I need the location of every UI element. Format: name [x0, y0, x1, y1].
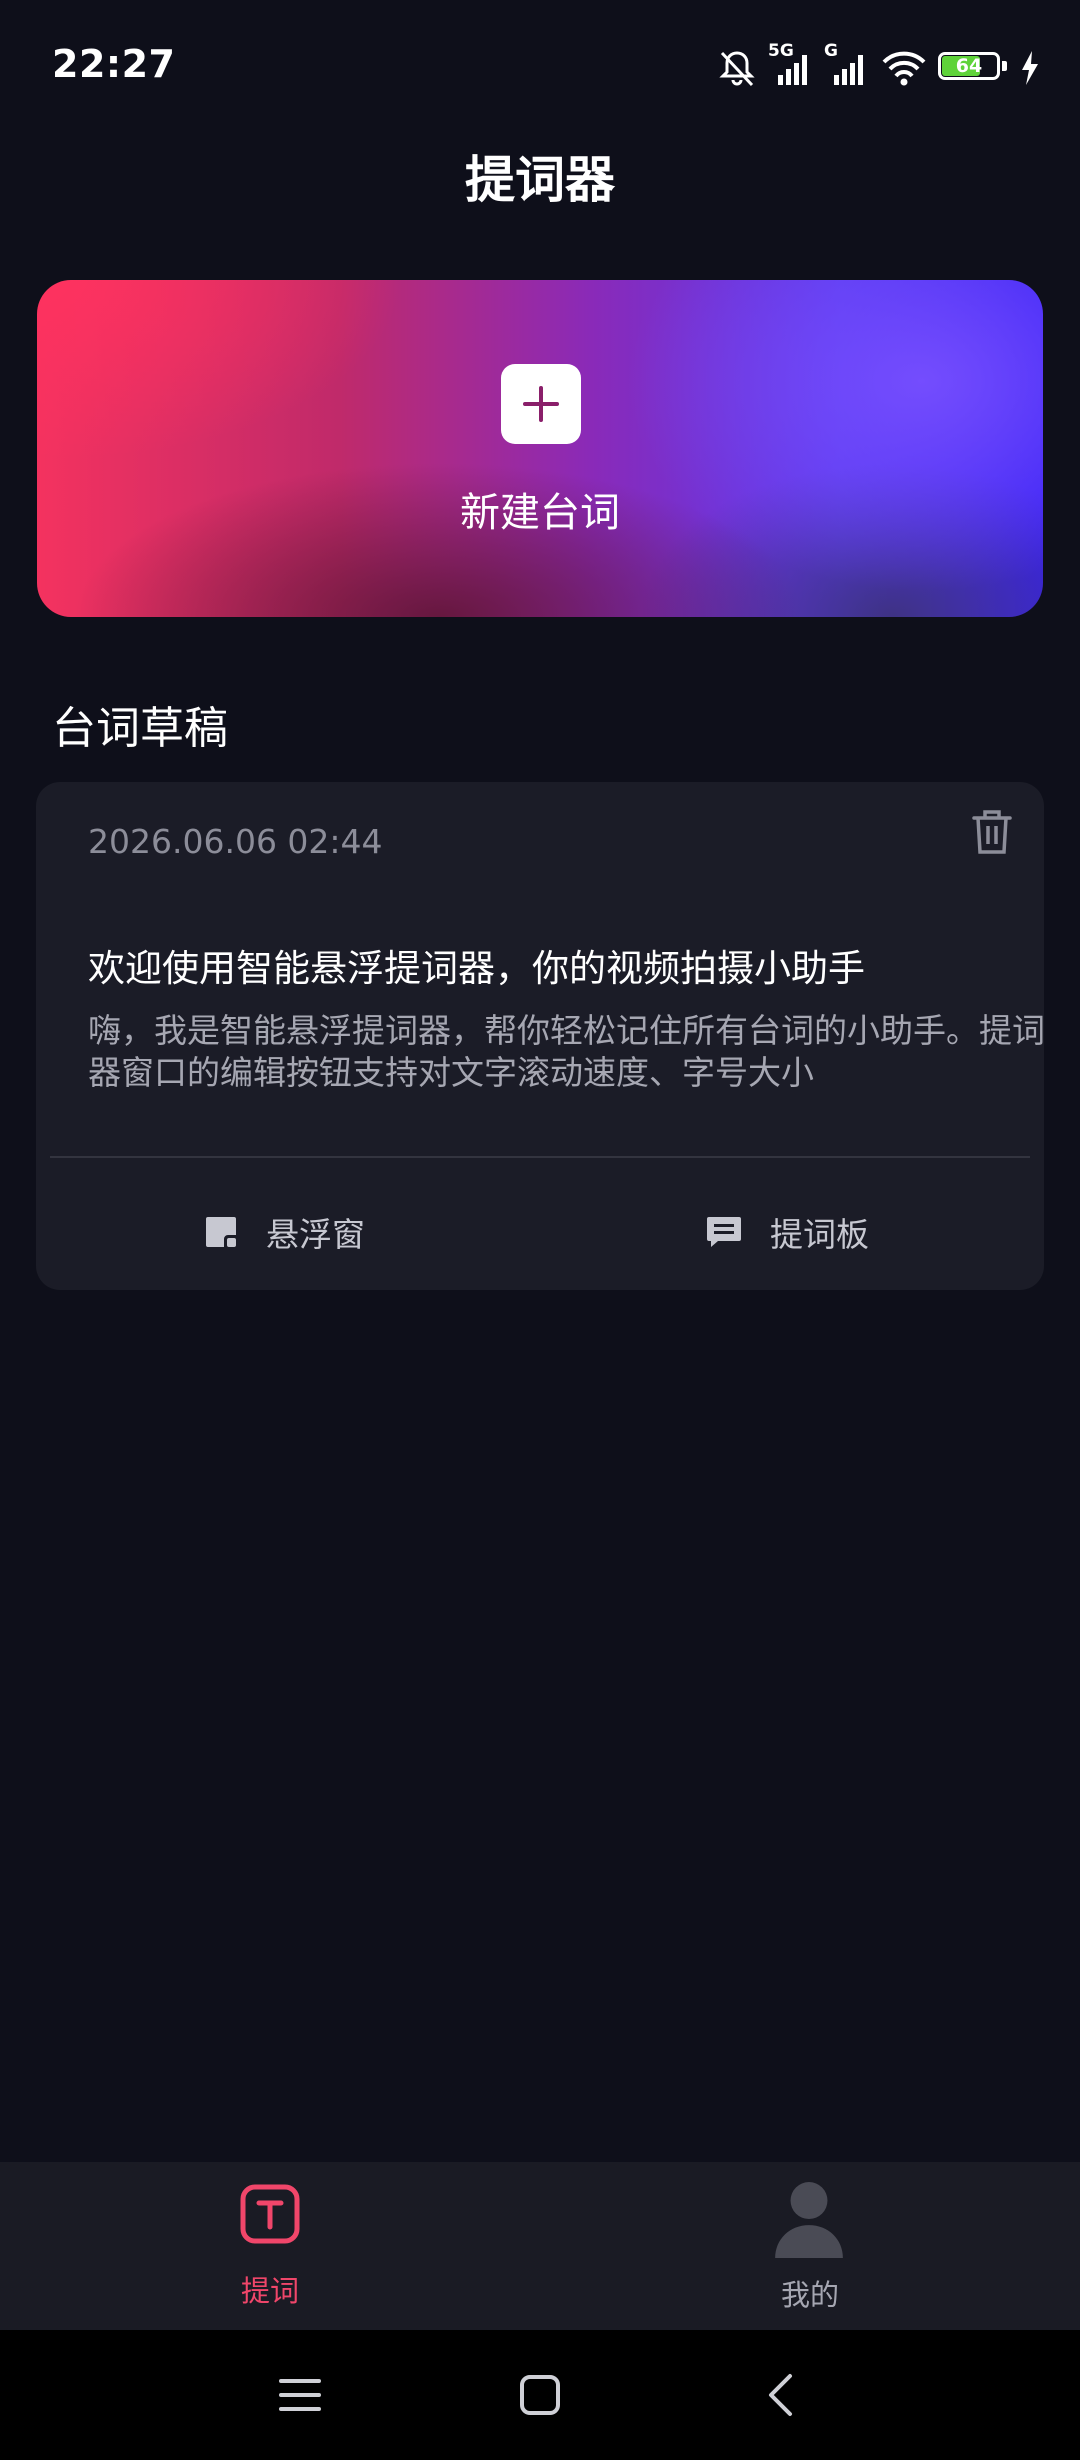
new-script-button[interactable]: 新建台词: [37, 280, 1043, 617]
tab-mine-label: 我的: [780, 2278, 839, 2312]
back-button[interactable]: [740, 2360, 820, 2430]
new-script-label: 新建台词: [460, 490, 620, 536]
charging-icon: [1022, 51, 1038, 85]
tab-mine[interactable]: 我的: [710, 2162, 910, 2330]
person-icon: [775, 2182, 843, 2258]
status-bar: 22:27 5G G 64: [0, 0, 1080, 130]
trash-icon: [972, 810, 1012, 854]
draft-card[interactable]: 2026.06.06 02:44 欢迎使用智能悬浮提词器，你的视频拍摄小助手 嗨…: [36, 782, 1045, 1290]
battery-level: 64: [955, 55, 983, 77]
prompt-board-button[interactable]: 提词板: [706, 1192, 869, 1272]
tab-prompter-label: 提词: [240, 2274, 299, 2308]
divider: [50, 1156, 1030, 1158]
tab-prompter[interactable]: 提词: [170, 2162, 370, 2330]
recent-apps-button[interactable]: [260, 2360, 340, 2430]
plus-icon: [501, 364, 581, 444]
home-button[interactable]: [500, 2360, 580, 2430]
prompt-board-label: 提词板: [770, 1215, 869, 1254]
mute-icon: [719, 51, 755, 87]
home-icon: [520, 2375, 560, 2415]
signal-icon: G: [824, 41, 870, 89]
menu-icon: [279, 2379, 321, 2411]
drafts-section-title: 台词草稿: [52, 703, 228, 754]
draft-date: 2026.06.06 02:44: [88, 822, 383, 861]
system-nav-bar: [0, 2330, 1080, 2460]
status-time: 22:27: [52, 42, 176, 86]
floating-window-icon: [206, 1217, 236, 1247]
battery-icon: 64: [938, 52, 1010, 84]
delete-draft-button[interactable]: [964, 804, 1020, 860]
wifi-icon: [882, 51, 926, 86]
floating-window-label: 悬浮窗: [266, 1215, 365, 1254]
floating-window-button[interactable]: 悬浮窗: [204, 1192, 365, 1272]
signal-icon: 5G: [768, 41, 814, 89]
back-icon: [769, 2374, 792, 2416]
page-title: 提词器: [465, 151, 615, 209]
status-icons: 5G G 64: [716, 41, 1040, 92]
draft-title: 欢迎使用智能悬浮提词器，你的视频拍摄小助手: [88, 947, 865, 990]
bottom-nav: 提词 我的: [0, 2162, 1080, 2330]
prompt-board-icon: [707, 1217, 741, 1247]
app-screen: 22:27 5G G 64 提词器 新建台词 台词草稿 2026.06.06 0…: [0, 0, 1080, 2460]
t-icon: [240, 2184, 300, 2244]
draft-preview: 嗨，我是智能悬浮提词器，帮你轻松记住所有台词的小助手。提词器窗口的编辑按钮支持对…: [88, 1011, 1045, 1092]
